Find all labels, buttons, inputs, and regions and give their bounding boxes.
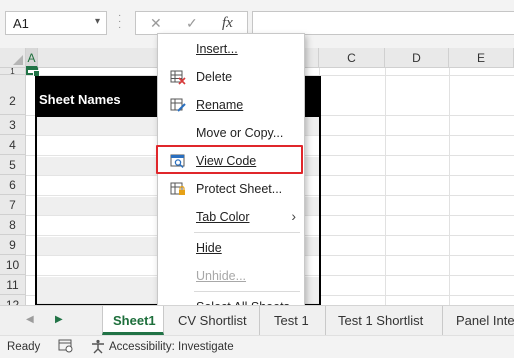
menu-item-unhide: Unhide...: [158, 265, 304, 287]
row-header-10[interactable]: 10: [0, 255, 26, 275]
view-code-highlight-box: [156, 145, 303, 174]
menu-item-label: Protect Sheet...: [196, 182, 283, 196]
menu-item-protect-sheet[interactable]: Protect Sheet...: [158, 178, 304, 200]
menu-item-insert[interactable]: Insert...: [158, 38, 304, 60]
row-header-5[interactable]: 5: [0, 155, 26, 175]
column-header-c[interactable]: C: [319, 48, 385, 68]
row-header-2[interactable]: 2: [0, 75, 26, 115]
formula-buttons: ✕ ✓ fx: [135, 11, 248, 35]
scroll-tabs-left-icon[interactable]: ◀: [26, 314, 34, 325]
name-box-value: A1: [13, 16, 29, 31]
tab-label: Test 1 Shortlist: [338, 313, 424, 328]
menu-item-rename[interactable]: Rename: [158, 94, 304, 116]
active-cell-a1[interactable]: [26, 68, 40, 77]
insert-function-icon[interactable]: fx: [222, 15, 233, 32]
tab-label: Sheet1: [113, 313, 156, 328]
accessibility-icon[interactable]: [91, 339, 105, 354]
status-ready: Ready: [7, 341, 41, 353]
menu-item-delete[interactable]: Delete: [158, 66, 304, 88]
macro-recorder-icon[interactable]: [58, 339, 74, 353]
tab-test-1-shortlist[interactable]: Test 1 Shortlist: [326, 306, 443, 335]
menu-item-tab-color[interactable]: Tab Color ›: [158, 206, 304, 228]
row-header-6[interactable]: 6: [0, 175, 26, 195]
row-header-11[interactable]: 11: [0, 275, 26, 295]
table-header-label: Sheet Names: [39, 92, 121, 107]
menu-item-label: Unhide...: [196, 269, 247, 283]
row-header-7[interactable]: 7: [0, 195, 26, 215]
menu-separator: [194, 291, 300, 292]
tab-sheet1[interactable]: Sheet1: [102, 306, 164, 335]
menu-item-label: Rename: [196, 98, 244, 112]
menu-item-label: Hide: [196, 241, 222, 255]
row-header-4[interactable]: 4: [0, 135, 26, 155]
tab-panel-interview[interactable]: Panel Inte: [443, 306, 514, 335]
menu-item-move-copy[interactable]: Move or Copy...: [158, 122, 304, 144]
sheet-tabs-bar: ◀ ▶ Sheet1 CV Shortlist Test 1 Test 1 Sh…: [0, 305, 514, 335]
rename-sheet-icon: [170, 98, 186, 112]
column-header-d[interactable]: D: [385, 48, 449, 68]
menu-item-label: Delete: [196, 70, 233, 84]
gridline: [385, 68, 386, 305]
select-all-corner[interactable]: [0, 48, 26, 68]
row-header-1[interactable]: 1: [0, 68, 26, 76]
chevron-down-icon[interactable]: ▾: [95, 16, 100, 27]
sheet-context-menu: Insert... Delete Rename Move or Copy... …: [157, 33, 305, 321]
column-header-e[interactable]: E: [449, 48, 514, 68]
tab-label: CV Shortlist: [178, 313, 247, 328]
cancel-icon[interactable]: ✕: [150, 15, 162, 32]
protect-sheet-icon: [170, 182, 185, 195]
menu-item-label: Move or Copy...: [196, 126, 284, 140]
menu-item-hide[interactable]: Hide: [158, 237, 304, 259]
delete-sheet-icon: [170, 70, 186, 85]
row-header-12[interactable]: 12: [0, 295, 26, 305]
tab-test-1[interactable]: Test 1: [260, 306, 326, 335]
menu-separator: [194, 232, 300, 233]
menu-item-label: Insert...: [196, 42, 238, 56]
row-header-8[interactable]: 8: [0, 215, 26, 235]
more-options-icon[interactable]: · · ·: [118, 11, 124, 33]
column-header-a[interactable]: A: [26, 48, 38, 68]
menu-item-label: Tab Color: [196, 210, 250, 224]
tab-label: Test 1: [274, 313, 309, 328]
name-box[interactable]: A1 ▾: [5, 11, 107, 35]
chevron-right-icon: ›: [291, 208, 296, 224]
row-header-9[interactable]: 9: [0, 235, 26, 255]
accessibility-status[interactable]: Accessibility: Investigate: [109, 341, 234, 353]
enter-icon[interactable]: ✓: [186, 15, 198, 32]
gridline: [449, 68, 450, 305]
tab-label: Panel Inte: [456, 313, 514, 328]
formula-input[interactable]: [252, 11, 514, 35]
scroll-tabs-right-icon[interactable]: ▶: [55, 314, 63, 325]
tab-cv-shortlist[interactable]: CV Shortlist: [164, 306, 260, 335]
status-bar: Ready Accessibility: Investigate: [0, 335, 514, 358]
row-header-3[interactable]: 3: [0, 115, 26, 135]
